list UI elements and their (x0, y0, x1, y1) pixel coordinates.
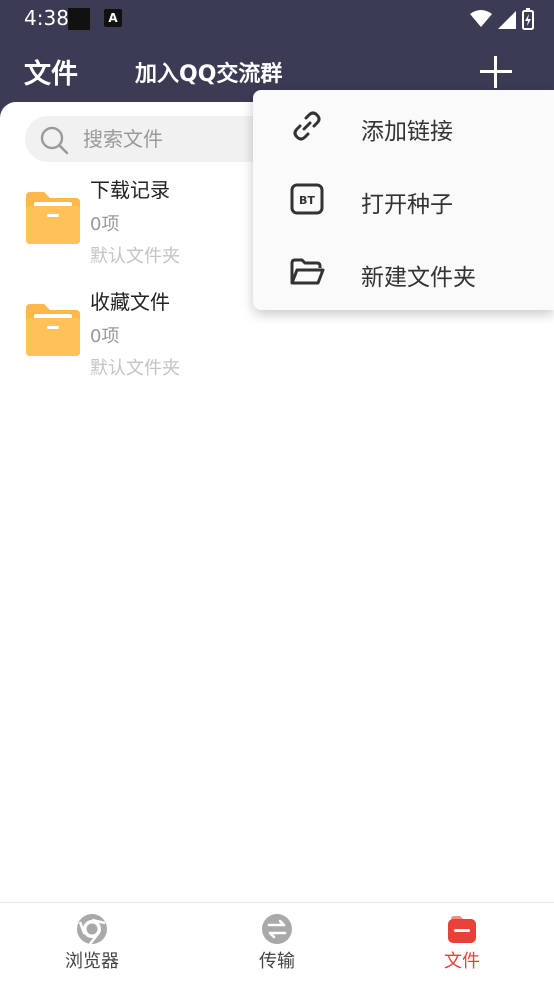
menu-label: 添加链接 (361, 119, 453, 145)
add-menu: 添加链接 BT 打开种子 新建文件夹 (253, 90, 554, 310)
bt-icon-text: BT (299, 194, 315, 207)
menu-item-add-link[interactable]: 添加链接 (253, 90, 554, 163)
folder-description: 默认文件夹 (90, 358, 180, 379)
files-icon (448, 916, 476, 943)
link-icon (293, 111, 321, 141)
nav-label: 浏览器 (65, 951, 119, 972)
folder-count: 0项 (90, 326, 120, 347)
folder-name: 收藏文件 (90, 290, 170, 314)
search-icon (40, 126, 69, 155)
nav-tab-files[interactable]: 文件 (370, 903, 554, 984)
menu-item-new-folder[interactable]: 新建文件夹 (253, 236, 554, 309)
add-button[interactable] (478, 54, 514, 90)
wifi-icon (470, 10, 492, 27)
nav-label: 传输 (259, 951, 295, 972)
nav-tab-browser[interactable]: 浏览器 (0, 903, 184, 984)
app-notification-icon: A (104, 9, 122, 27)
folder-name: 下载记录 (90, 178, 170, 202)
notification-icon (68, 8, 90, 30)
status-time: 4:38 (24, 6, 69, 30)
folder-open-icon (290, 258, 325, 285)
bottom-navigation: 浏览器 传输 文件 (0, 902, 554, 984)
folder-icon (26, 304, 80, 356)
menu-label: 打开种子 (361, 192, 453, 218)
nav-tab-transfer[interactable]: 传输 (185, 903, 369, 984)
folder-icon (26, 192, 80, 244)
join-qq-group-link[interactable]: 加入QQ交流群 (135, 56, 282, 88)
battery-icon (522, 8, 534, 30)
menu-label: 新建文件夹 (361, 265, 476, 291)
menu-item-open-torrent[interactable]: BT 打开种子 (253, 163, 554, 236)
page-title: 文件 (24, 59, 78, 90)
status-bar: 4:38 A (0, 0, 554, 38)
status-icons (470, 8, 534, 30)
transfer-icon (262, 914, 292, 944)
bt-icon: BT (290, 183, 324, 215)
nav-label: 文件 (444, 951, 480, 972)
signal-icon (498, 11, 516, 29)
browser-icon (77, 914, 107, 945)
folder-count: 0项 (90, 214, 120, 235)
folder-description: 默认文件夹 (90, 246, 180, 267)
